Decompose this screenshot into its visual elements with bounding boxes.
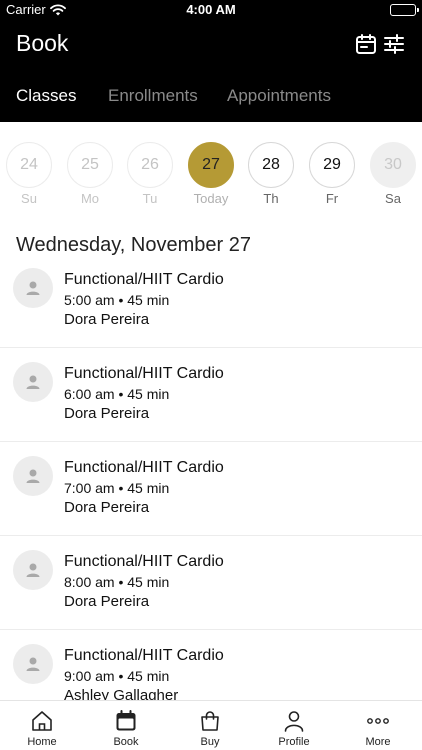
class-instructor: Dora Pereira (64, 499, 150, 516)
class-time: 7:00 am • 45 min (64, 480, 170, 496)
home-icon (32, 711, 52, 731)
day-number: 24 (6, 142, 52, 188)
status-time: 4:00 AM (186, 2, 236, 17)
class-name: Functional/HIIT Cardio (64, 459, 224, 476)
tab-enrollments[interactable]: Enrollments (108, 86, 198, 106)
instructor-avatar (13, 456, 53, 496)
person-icon (284, 711, 304, 732)
instructor-avatar (13, 644, 53, 684)
tab-appointments[interactable]: Appointments (227, 86, 331, 106)
day-label: Mo (80, 191, 100, 206)
tab-bar-home[interactable]: Home (0, 701, 84, 750)
class-list-item[interactable]: Functional/HIIT Cardio 6:00 am • 45 min … (0, 348, 422, 442)
class-list-item[interactable]: Functional/HIIT Cardio 7:00 am • 45 min … (0, 442, 422, 536)
sliders-icon[interactable] (382, 32, 406, 56)
person-icon (26, 469, 40, 483)
tab-bar-label: More (365, 736, 391, 748)
person-icon (26, 657, 40, 671)
class-list-item[interactable]: Functional/HIIT Cardio 5:00 am • 45 min … (0, 254, 422, 348)
day-25[interactable]: 25 Mo (67, 142, 113, 208)
day-label: Tu (142, 191, 158, 206)
day-number: 28 (248, 142, 294, 188)
app-screen: Carrier 4:00 AM Book Classes Enrollments… (0, 0, 422, 750)
class-instructor: Dora Pereira (64, 311, 150, 328)
calendar-icon (116, 710, 136, 731)
class-list-item[interactable]: Functional/HIIT Cardio 8:00 am • 45 min … (0, 536, 422, 630)
class-time: 9:00 am • 45 min (64, 668, 170, 684)
calendar-icon[interactable] (354, 32, 378, 56)
class-time: 8:00 am • 45 min (64, 574, 170, 590)
day-26[interactable]: 26 Tu (127, 142, 173, 208)
top-tabs: Classes Enrollments Appointments (0, 86, 422, 108)
day-number: 27 (188, 142, 234, 188)
shopping-bag-icon (201, 711, 219, 731)
person-icon (26, 375, 40, 389)
day-29[interactable]: 29 Fr (309, 142, 355, 208)
more-icon (367, 718, 389, 724)
day-label: Sa (385, 191, 401, 206)
day-number: 29 (309, 142, 355, 188)
date-strip: 24 Su 25 Mo 26 Tu 27 Today 28 Th 29 Fr 3… (0, 122, 422, 212)
instructor-avatar (13, 268, 53, 308)
tab-bar-label: Buy (200, 736, 220, 748)
class-list-item[interactable]: Functional/HIIT Cardio 9:00 am • 45 min … (0, 630, 422, 700)
class-time: 5:00 am • 45 min (64, 292, 170, 308)
class-name: Functional/HIIT Cardio (64, 271, 224, 288)
tab-bar-book[interactable]: Book (84, 701, 168, 750)
bottom-tab-bar: Home Book Buy Profile More (0, 700, 422, 750)
class-name: Functional/HIIT Cardio (64, 553, 224, 570)
page-title: Book (16, 30, 69, 56)
class-list: Functional/HIIT Cardio 5:00 am • 45 min … (0, 254, 422, 700)
tab-bar-more[interactable]: More (336, 701, 420, 750)
class-instructor: Dora Pereira (64, 593, 150, 610)
instructor-avatar (13, 550, 53, 590)
header: Book Classes Enrollments Appointments (0, 22, 422, 122)
day-label: Today (193, 191, 229, 206)
day-number: 26 (127, 142, 173, 188)
day-number: 25 (67, 142, 113, 188)
class-name: Functional/HIIT Cardio (64, 647, 224, 664)
tab-classes[interactable]: Classes (16, 86, 76, 106)
tab-bar-label: Book (113, 736, 139, 748)
tab-bar-buy[interactable]: Buy (168, 701, 252, 750)
class-instructor: Ashley Gallagher (64, 687, 179, 700)
day-number: 30 (370, 142, 416, 188)
tab-bar-label: Profile (278, 736, 310, 748)
instructor-avatar (13, 362, 53, 402)
status-bar: Carrier 4:00 AM (0, 0, 422, 22)
person-icon (26, 281, 40, 295)
day-24[interactable]: 24 Su (6, 142, 52, 208)
day-label: Su (21, 191, 37, 206)
day-label: Fr (325, 191, 339, 206)
day-27-today[interactable]: 27 Today (188, 142, 234, 208)
day-30: 30 Sa (370, 142, 416, 208)
tab-bar-profile[interactable]: Profile (252, 701, 336, 750)
day-28[interactable]: 28 Th (248, 142, 294, 208)
class-instructor: Dora Pereira (64, 405, 150, 422)
battery-icon (390, 4, 419, 16)
tab-bar-label: Home (27, 736, 57, 748)
class-name: Functional/HIIT Cardio (64, 365, 224, 382)
class-time: 6:00 am • 45 min (64, 386, 170, 402)
person-icon (26, 563, 40, 577)
day-label: Th (263, 191, 279, 206)
